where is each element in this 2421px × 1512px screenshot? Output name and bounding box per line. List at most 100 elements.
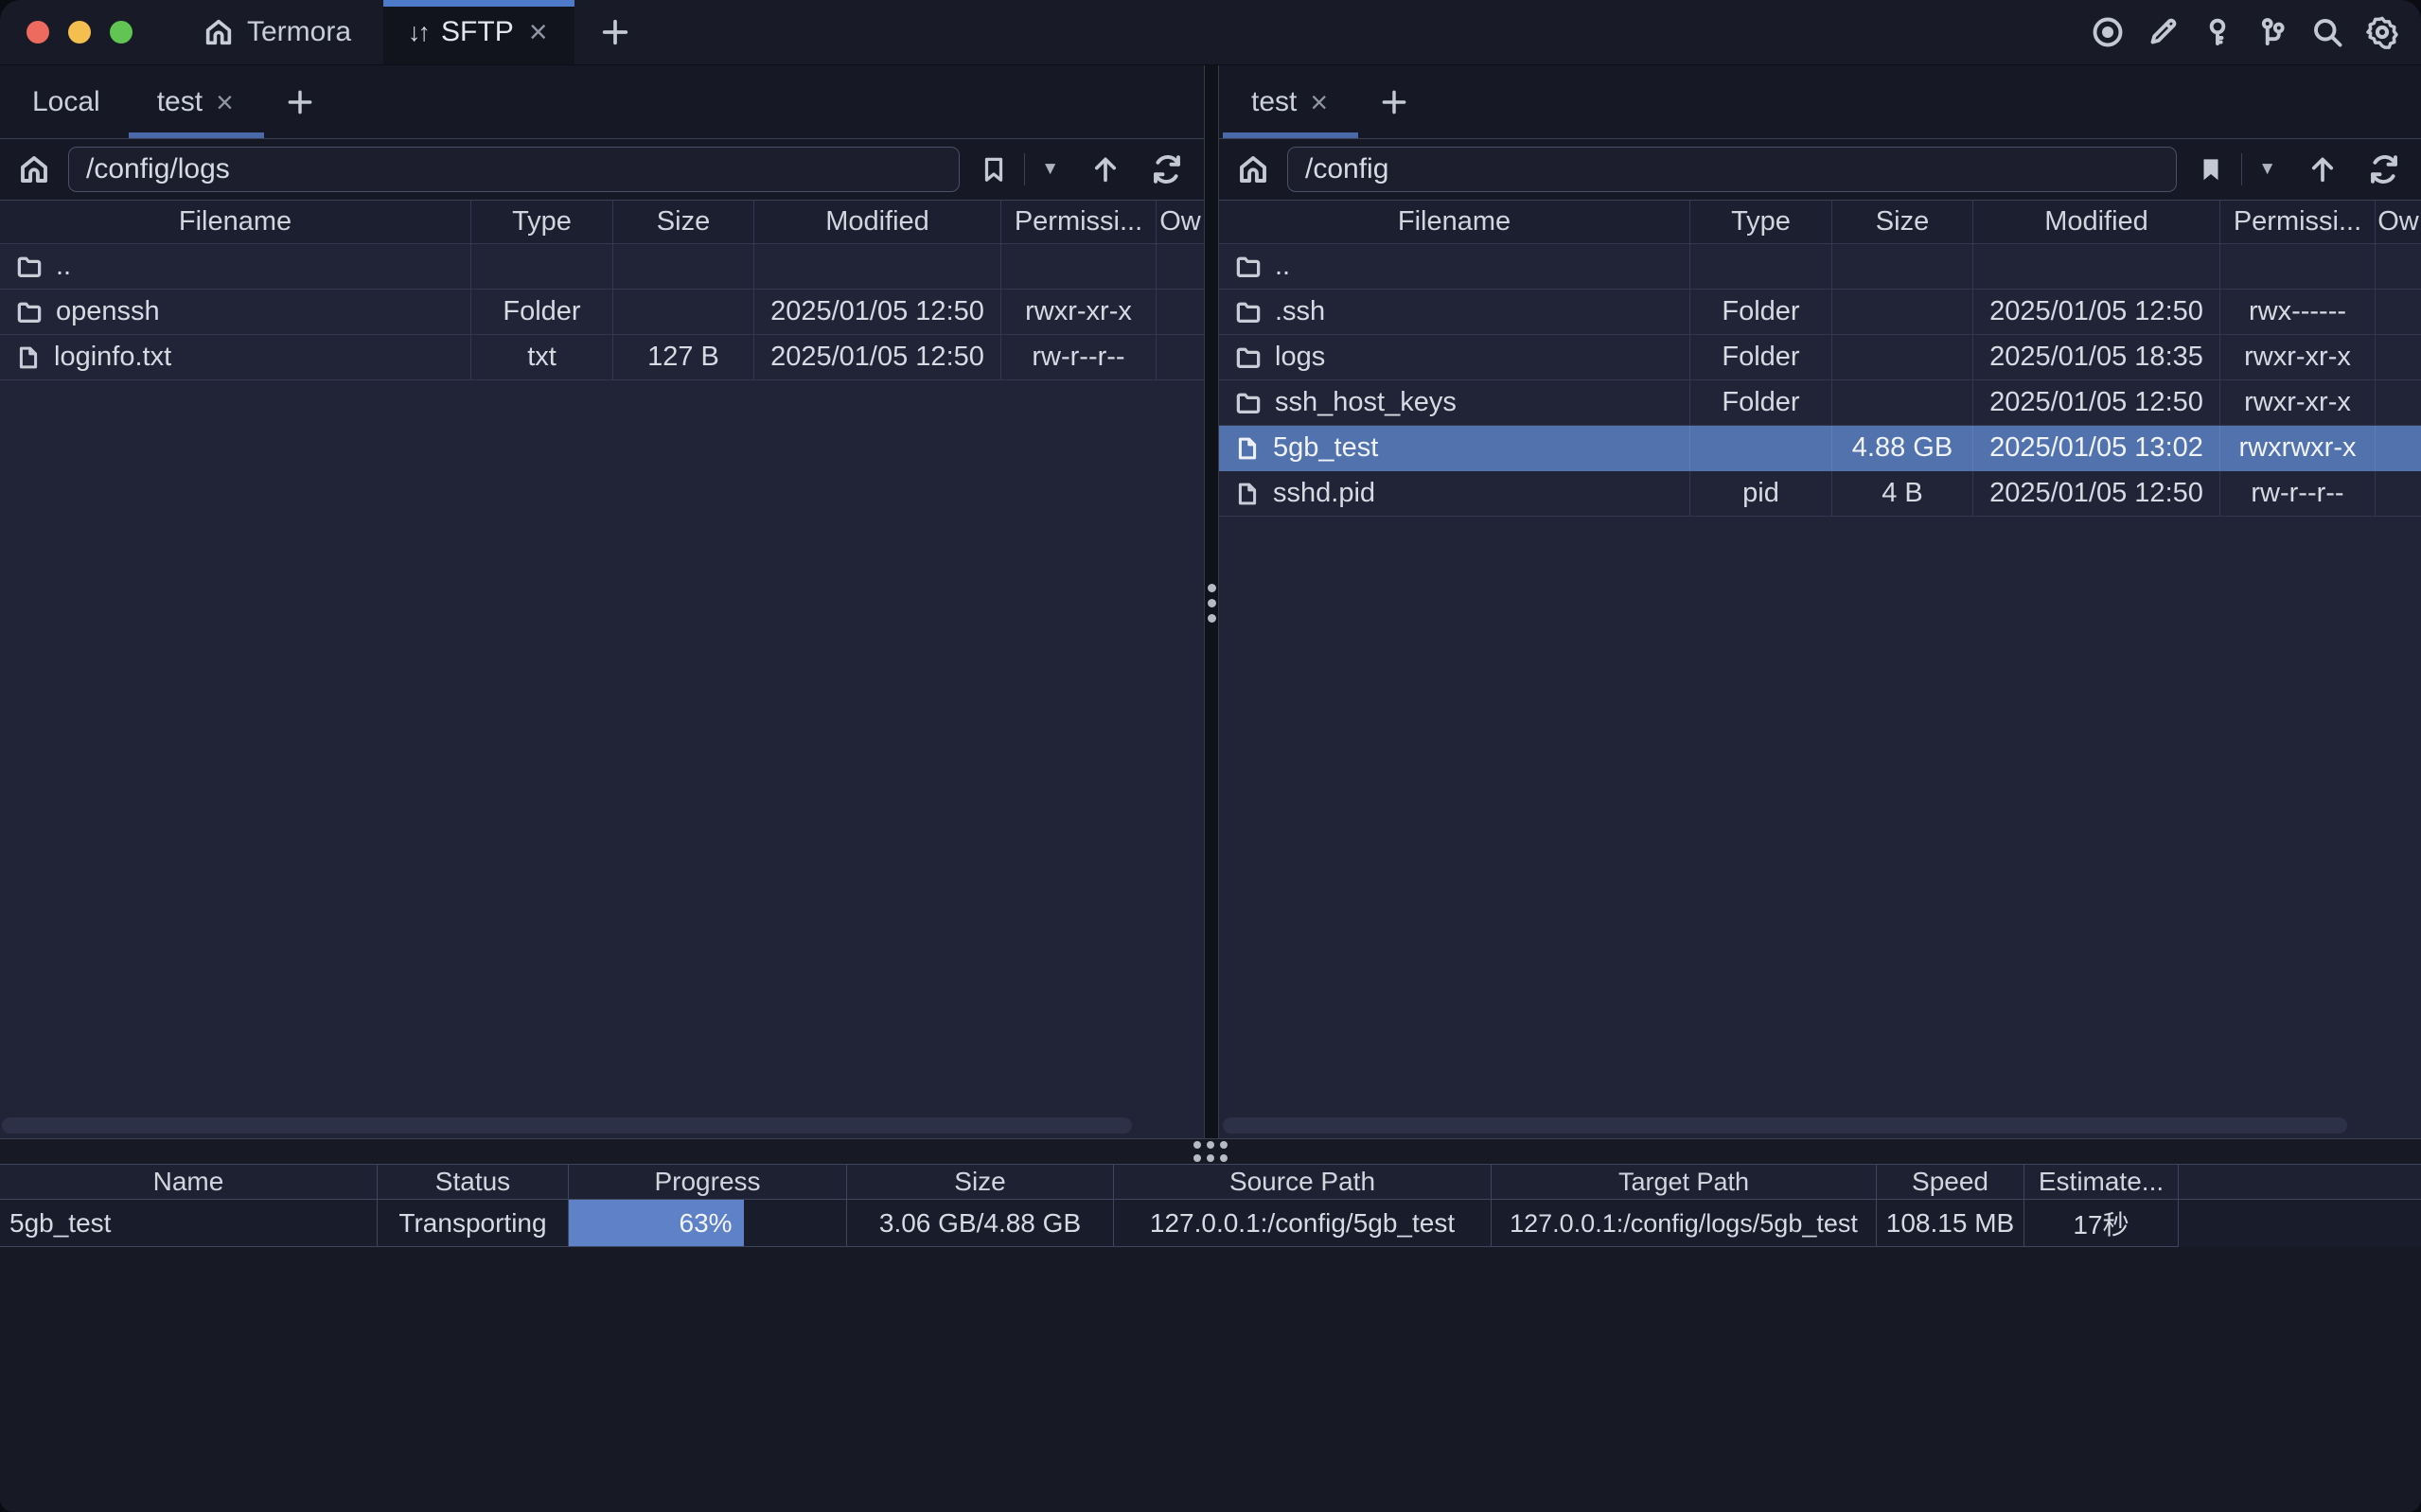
transfer-speed: 108.15 MB — [1877, 1200, 2024, 1247]
table-row[interactable]: openssh Folder 2025/01/05 12:50 rwxr-xr-… — [0, 290, 1204, 335]
sftp-panes: Local test × — [0, 65, 2421, 1138]
up-directory-icon[interactable] — [2300, 149, 2345, 190]
column-header-modified[interactable]: Modified — [754, 201, 1001, 243]
filename: .ssh — [1275, 296, 1325, 327]
splitter-handle[interactable] — [1208, 584, 1216, 623]
close-window-button[interactable] — [27, 21, 49, 44]
right-horizontal-scrollbar[interactable] — [1219, 1117, 2421, 1134]
home-icon — [203, 16, 235, 48]
table-row[interactable]: loginfo.txt txt 127 B 2025/01/05 12:50 r… — [0, 335, 1204, 380]
close-icon[interactable]: × — [214, 87, 236, 117]
scrollbar-thumb[interactable] — [1223, 1117, 2347, 1134]
transfer-row[interactable]: 5gb_test Transporting 63% 3.06 GB/4.88 G… — [0, 1200, 2421, 1247]
settings-icon[interactable] — [2364, 14, 2400, 50]
tab-local-label: Local — [32, 86, 100, 118]
right-pathbar: ▼ — [1219, 139, 2421, 201]
column-header-owner[interactable]: Ow — [1157, 201, 1204, 243]
right-path-input[interactable] — [1287, 147, 2177, 192]
column-header-target-path[interactable]: Target Path — [1492, 1165, 1877, 1199]
table-row[interactable]: .. — [0, 244, 1204, 290]
column-header-permissions[interactable]: Permissi... — [1001, 201, 1157, 243]
table-row[interactable]: logs Folder 2025/01/05 18:35 rwxr-xr-x — [1219, 335, 2421, 380]
left-pane-tabs: Local test × — [0, 65, 1204, 139]
table-row-selected[interactable]: 5gb_test 4.88 GB 2025/01/05 13:02 rwxrwx… — [1219, 426, 2421, 471]
right-table-header: Filename Type Size Modified Permissi... … — [1219, 201, 2421, 244]
column-header-size[interactable]: Size — [1832, 201, 1973, 243]
record-icon[interactable] — [2090, 14, 2126, 50]
chevron-down-icon[interactable]: ▼ — [2252, 149, 2283, 190]
transfer-table: Name Status Progress Size Source Path Ta… — [0, 1164, 2421, 1247]
column-header-status[interactable]: Status — [378, 1165, 569, 1199]
filename: sshd.pid — [1273, 478, 1375, 509]
column-header-size[interactable]: Size — [847, 1165, 1114, 1199]
column-header-progress[interactable]: Progress — [569, 1165, 847, 1199]
left-add-tab-button[interactable] — [264, 65, 336, 138]
refresh-icon[interactable] — [2360, 149, 2408, 190]
tab-termora[interactable]: Termora — [170, 0, 383, 64]
table-row[interactable]: .ssh Folder 2025/01/05 12:50 rwx------ — [1219, 290, 2421, 335]
bookmark-icon[interactable] — [973, 149, 1015, 190]
table-row[interactable]: ssh_host_keys Folder 2025/01/05 12:50 rw… — [1219, 380, 2421, 426]
filename: .. — [56, 251, 71, 282]
splitter-handle[interactable] — [1193, 1141, 1228, 1163]
column-header-owner[interactable]: Ow — [2376, 201, 2421, 243]
column-header-speed[interactable]: Speed — [1877, 1165, 2024, 1199]
tab-test-label: test — [1251, 86, 1297, 118]
progress-label: 63% — [680, 1208, 733, 1239]
tab-test-right[interactable]: test × — [1223, 65, 1358, 138]
chevron-down-icon[interactable]: ▼ — [1034, 149, 1066, 190]
column-header-type[interactable]: Type — [471, 201, 613, 243]
home-icon[interactable] — [13, 152, 55, 186]
pane-splitter[interactable] — [1204, 65, 1219, 1138]
tab-local[interactable]: Local — [4, 65, 129, 138]
tab-test-left[interactable]: test × — [129, 65, 264, 138]
divider — [2241, 153, 2242, 185]
folder-icon — [15, 253, 44, 281]
edit-icon[interactable] — [2145, 14, 2181, 50]
transfer-empty — [2179, 1200, 2421, 1247]
close-icon[interactable]: × — [1308, 87, 1330, 117]
transfer-size: 3.06 GB/4.88 GB — [847, 1200, 1114, 1247]
traffic-lights — [0, 0, 170, 64]
folder-icon — [1234, 253, 1263, 281]
minimize-window-button[interactable] — [68, 21, 91, 44]
refresh-icon[interactable] — [1143, 149, 1191, 190]
left-horizontal-scrollbar[interactable] — [0, 1117, 1204, 1134]
titlebar-actions — [2090, 0, 2421, 64]
tab-sftp[interactable]: ↓↑ SFTP × — [383, 0, 574, 64]
left-path-input[interactable] — [68, 147, 960, 192]
column-header-estimate[interactable]: Estimate... — [2024, 1165, 2179, 1199]
right-add-tab-button[interactable] — [1358, 65, 1430, 138]
transfer-name: 5gb_test — [0, 1200, 378, 1247]
right-pane-tabs: test × — [1219, 65, 2421, 139]
column-header-name[interactable]: Name — [0, 1165, 378, 1199]
column-header-source-path[interactable]: Source Path — [1114, 1165, 1492, 1199]
bookmark-filled-icon[interactable] — [2190, 149, 2232, 190]
table-row[interactable]: .. — [1219, 244, 2421, 290]
left-pathbar: ▼ — [0, 139, 1204, 201]
column-header-modified[interactable]: Modified — [1973, 201, 2220, 243]
column-header-filename[interactable]: Filename — [1219, 201, 1690, 243]
up-directory-icon[interactable] — [1083, 149, 1128, 190]
column-header-filename[interactable]: Filename — [0, 201, 471, 243]
new-tab-button[interactable] — [574, 0, 656, 64]
filename: loginfo.txt — [54, 342, 171, 373]
key-icon[interactable] — [2200, 14, 2235, 50]
close-sftp-tab-icon[interactable]: × — [527, 16, 550, 48]
right-file-table: Filename Type Size Modified Permissi... … — [1219, 201, 2421, 1138]
transfer-progress-cell: 63% — [569, 1200, 847, 1247]
transfer-arrows-icon: ↓↑ — [408, 18, 428, 47]
column-header-type[interactable]: Type — [1690, 201, 1832, 243]
column-header-size[interactable]: Size — [613, 201, 754, 243]
home-icon[interactable] — [1232, 152, 1274, 186]
search-icon[interactable] — [2309, 14, 2345, 50]
folder-icon — [15, 298, 44, 326]
keychain-icon[interactable] — [2254, 14, 2290, 50]
transfer-splitter[interactable] — [0, 1138, 2421, 1164]
divider — [1024, 153, 1025, 185]
column-header-permissions[interactable]: Permissi... — [2220, 201, 2376, 243]
table-row[interactable]: sshd.pid pid 4 B 2025/01/05 12:50 rw-r--… — [1219, 471, 2421, 517]
maximize-window-button[interactable] — [110, 21, 133, 44]
transfer-header: Name Status Progress Size Source Path Ta… — [0, 1164, 2421, 1200]
scrollbar-thumb[interactable] — [2, 1117, 1132, 1134]
